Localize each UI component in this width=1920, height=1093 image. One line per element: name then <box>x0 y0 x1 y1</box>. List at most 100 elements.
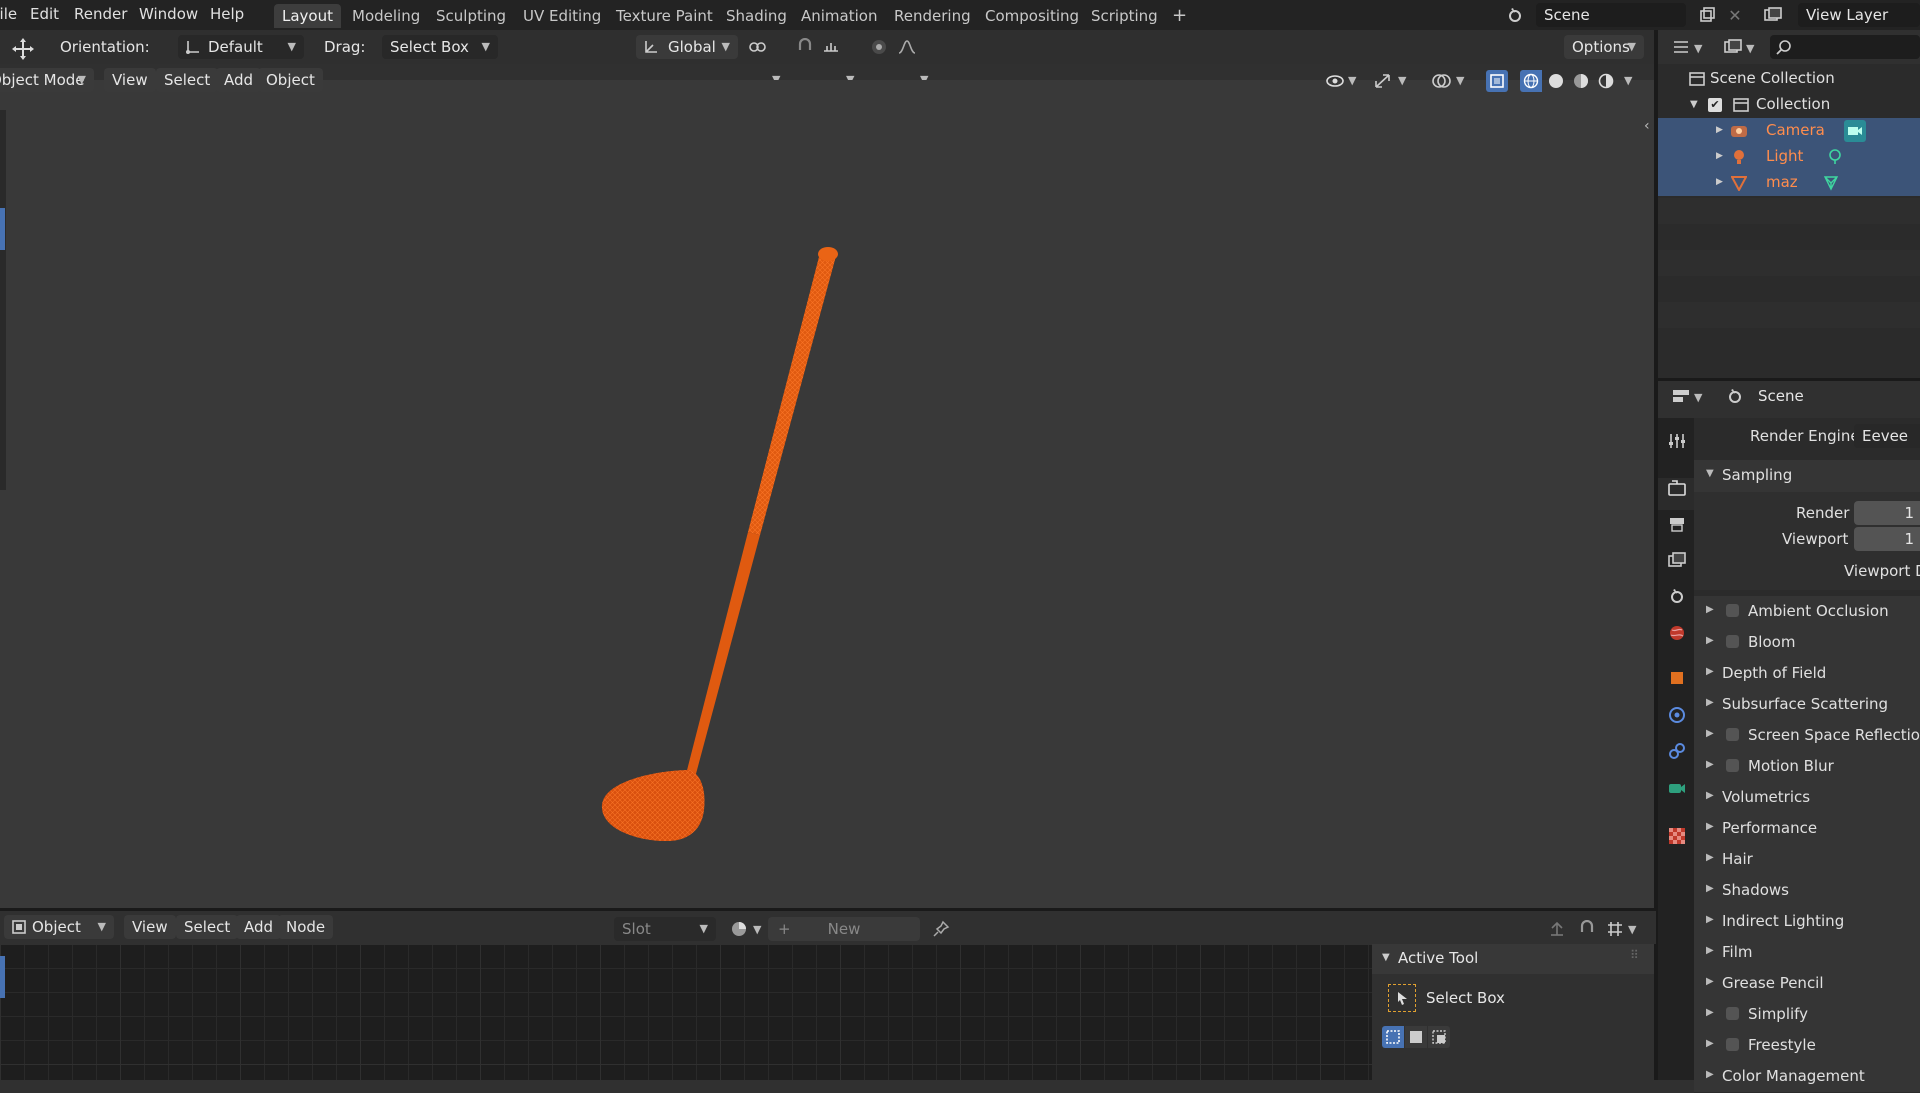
output-tab-icon[interactable] <box>1666 513 1688 535</box>
texture-tab-icon[interactable] <box>1666 825 1688 847</box>
3d-viewport[interactable] <box>0 80 1656 908</box>
viewport-samples-field[interactable]: 1 <box>1854 527 1920 551</box>
world-tab-icon[interactable] <box>1666 622 1688 644</box>
outliner-row-maz[interactable]: ▶ maz <box>1658 170 1920 196</box>
xray-toggle-icon[interactable] <box>1486 70 1508 92</box>
snap-target-icon[interactable] <box>820 36 842 58</box>
drag-handle-icon[interactable]: ⠿ <box>1630 948 1639 962</box>
panel-volumetrics[interactable]: ▶ Volumetrics <box>1694 782 1920 814</box>
rendered-shading-icon[interactable] <box>1595 70 1617 92</box>
select-mode-subtract-icon[interactable] <box>1428 1026 1450 1048</box>
panel-indirect-lighting[interactable]: ▶ Indirect Lighting <box>1694 906 1920 938</box>
view-layer-icon[interactable] <box>1762 4 1784 26</box>
outliner-row-camera[interactable]: ▶ Camera <box>1658 118 1920 144</box>
viewport-menu-object[interactable]: Object <box>258 68 323 92</box>
render-engine-dropdown[interactable]: Eevee <box>1854 424 1920 448</box>
expand-triangle-icon[interactable]: ▶ <box>1716 125 1723 135</box>
panel-bloom[interactable]: ▶ Bloom <box>1694 627 1920 659</box>
proportional-edit-icon[interactable] <box>868 36 890 58</box>
snap-icon[interactable] <box>1576 918 1598 940</box>
pivot-point-icon[interactable] <box>748 36 770 58</box>
bloom-checkbox[interactable] <box>1726 635 1739 648</box>
tab-rendering[interactable]: Rendering <box>886 4 979 28</box>
viewport-menu-view[interactable]: View <box>104 68 156 92</box>
viewport-menu-select[interactable]: Select <box>156 68 219 92</box>
move-tool-icon[interactable] <box>10 36 36 62</box>
ambient-occlusion-checkbox[interactable] <box>1726 604 1739 617</box>
active-tool-indicator[interactable] <box>0 208 5 250</box>
tab-scripting[interactable]: Scripting <box>1083 4 1166 28</box>
solid-shading-icon[interactable] <box>1545 70 1567 92</box>
data-tab-icon[interactable] <box>1666 777 1688 799</box>
gizmo-icon[interactable] <box>1372 70 1394 92</box>
expand-triangle-icon[interactable]: ▶ <box>1716 177 1723 187</box>
menu-window[interactable]: Window <box>139 5 198 23</box>
options-dropdown[interactable]: Options ▼ <box>1564 35 1644 59</box>
screen-space-reflection-checkbox[interactable] <box>1726 728 1739 741</box>
active-tool-header[interactable]: ▼ Active Tool ⠿ <box>1372 944 1654 974</box>
menu-edit[interactable]: Edit <box>30 5 59 23</box>
panel-freestyle[interactable]: ▶ Freestyle <box>1694 1030 1920 1062</box>
shader-menu-add[interactable]: Add <box>236 915 282 939</box>
panel-performance[interactable]: ▶ Performance <box>1694 813 1920 845</box>
shader-menu-node[interactable]: Node <box>278 915 334 939</box>
mesh-data-icon[interactable] <box>1820 172 1842 194</box>
collection-checkbox[interactable]: ✔ <box>1708 98 1722 112</box>
motion-blur-checkbox[interactable] <box>1726 759 1739 772</box>
shader-menu-select[interactable]: Select <box>176 915 239 939</box>
viewport-menu-add[interactable]: Add <box>216 68 262 92</box>
tab-modeling[interactable]: Modeling <box>344 4 428 28</box>
material-browse-icon[interactable] <box>728 918 750 940</box>
panel-motion-blur[interactable]: ▶ Motion Blur <box>1694 751 1920 783</box>
parent-node-tree-icon[interactable] <box>1546 918 1568 940</box>
outliner-row-collection[interactable]: ▼ ✔ Collection <box>1658 92 1920 118</box>
panel-screen-space-reflection[interactable]: ▶ Screen Space Reflection <box>1694 720 1920 752</box>
display-mode-icon[interactable] <box>1722 36 1744 58</box>
panel-depth-of-field[interactable]: ▶ Depth of Field <box>1694 658 1920 690</box>
snap-toggle-icon[interactable] <box>794 36 816 58</box>
mode-dropdown[interactable]: Object Mode ▼ <box>0 68 94 92</box>
camera-data-icon[interactable] <box>1844 120 1866 142</box>
overlays-icon[interactable] <box>1430 70 1452 92</box>
panel-subsurface-scattering[interactable]: ▶ Subsurface Scattering <box>1694 689 1920 721</box>
select-mode-extend-icon[interactable] <box>1405 1026 1427 1048</box>
menu-help[interactable]: Help <box>210 5 244 23</box>
scene-name-field[interactable]: Scene <box>1536 3 1686 27</box>
panel-film[interactable]: ▶ Film <box>1694 937 1920 969</box>
outliner-editor-icon[interactable] <box>1670 36 1692 58</box>
menu-file[interactable]: File <box>0 5 17 23</box>
delete-scene-icon[interactable]: ✕ <box>1724 4 1746 26</box>
expand-triangle-icon[interactable]: ▼ <box>1690 99 1698 110</box>
view-layer-tab-icon[interactable] <box>1666 549 1688 571</box>
golf-club-object[interactable] <box>0 80 1656 908</box>
tab-uv-editing[interactable]: UV Editing <box>515 4 609 28</box>
tab-shading[interactable]: Shading <box>718 4 795 28</box>
light-data-icon[interactable] <box>1824 146 1846 168</box>
panel-hair[interactable]: ▶ Hair <box>1694 844 1920 876</box>
freestyle-checkbox[interactable] <box>1726 1038 1739 1051</box>
panel-shadows[interactable]: ▶ Shadows <box>1694 875 1920 907</box>
wireframe-shading-icon[interactable] <box>1520 70 1542 92</box>
material-preview-icon[interactable] <box>1570 70 1592 92</box>
panel-grease-pencil[interactable]: ▶ Grease Pencil <box>1694 968 1920 1000</box>
outliner-search-input[interactable] <box>1770 35 1920 59</box>
object-tab-icon[interactable] <box>1666 667 1688 689</box>
falloff-curve-icon[interactable] <box>896 36 918 58</box>
panel-color-management[interactable]: ▶ Color Management <box>1694 1061 1920 1093</box>
scene-selector-icon[interactable] <box>1504 4 1526 26</box>
pin-icon[interactable] <box>930 918 952 940</box>
panel-ambient-occlusion[interactable]: ▶ Ambient Occlusion <box>1694 596 1920 628</box>
view-layer-field[interactable]: View Layer <box>1798 3 1920 27</box>
drag-dropdown[interactable]: Select Box ▼ <box>382 35 498 59</box>
new-material-button[interactable]: + New <box>768 917 920 941</box>
sidebar-toggle-icon[interactable]: ‹ <box>1644 118 1650 134</box>
tool-tab-icon[interactable] <box>1666 430 1688 452</box>
panel-simplify[interactable]: ▶ Simplify <box>1694 999 1920 1031</box>
sampling-panel-header[interactable]: ▼ Sampling <box>1694 460 1920 492</box>
new-scene-icon[interactable] <box>1696 4 1718 26</box>
outliner-row-light[interactable]: ▶ Light <box>1658 144 1920 170</box>
properties-editor-icon[interactable] <box>1670 385 1692 407</box>
object-visibility-icon[interactable] <box>1324 70 1346 92</box>
snap-grid-icon[interactable] <box>1604 918 1626 940</box>
slot-dropdown[interactable]: Slot ▼ <box>614 917 716 941</box>
